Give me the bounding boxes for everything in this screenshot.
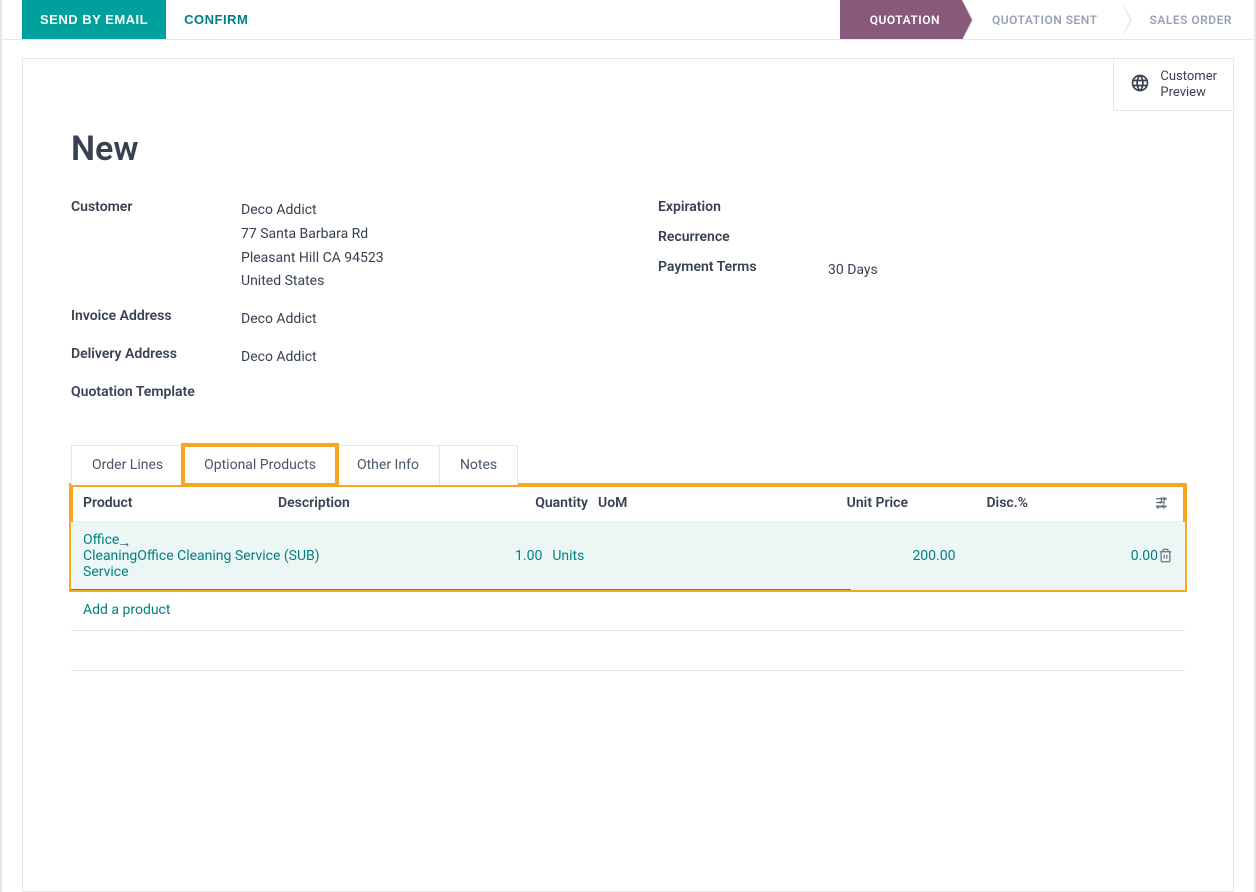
column-options-icon[interactable] xyxy=(1149,495,1173,510)
discount-cell[interactable]: 0.00 xyxy=(955,548,1158,564)
expiration-label: Expiration xyxy=(658,199,828,215)
invoice-address-label: Invoice Address xyxy=(71,308,241,332)
arrow-right-icon[interactable]: → xyxy=(117,534,131,551)
payment-terms-label: Payment Terms xyxy=(658,259,828,283)
unit-price-cell[interactable]: 200.00 xyxy=(753,548,956,564)
table-row[interactable]: Office Cleaning Service → Office Cleanin… xyxy=(71,522,1185,590)
empty-row xyxy=(71,631,1185,671)
empty-row xyxy=(71,671,1185,791)
delete-row-icon[interactable] xyxy=(1158,548,1173,563)
col-product: Product xyxy=(83,495,278,511)
customer-value[interactable]: Deco Addict 77 Santa Barbara Rd Pleasant… xyxy=(241,199,598,294)
send-by-email-button[interactable]: SEND BY EMAIL xyxy=(22,0,166,39)
add-product-link[interactable]: Add a product xyxy=(71,590,1185,631)
customer-preview-button[interactable]: CustomerPreview xyxy=(1113,59,1233,111)
grid-header-row: Product Description Quantity UoM Unit Pr… xyxy=(71,485,1185,522)
tab-other-info[interactable]: Other Info xyxy=(336,445,440,485)
status-bar: QUOTATION QUOTATION SENT SALES ORDER xyxy=(840,0,1254,39)
quotation-template-label: Quotation Template xyxy=(71,384,241,400)
stage-quotation-sent[interactable]: QUOTATION SENT xyxy=(962,0,1120,39)
col-discount: Disc.% xyxy=(908,495,1028,511)
quantity-cell[interactable]: 1.00 xyxy=(340,548,543,564)
product-cell[interactable]: Office Cleaning Service → xyxy=(83,532,137,580)
tab-optional-products[interactable]: Optional Products xyxy=(183,445,337,485)
customer-preview-label: CustomerPreview xyxy=(1160,69,1217,100)
quotation-template-value[interactable] xyxy=(241,384,598,400)
recurrence-label: Recurrence xyxy=(658,229,828,245)
tab-bar: Order Lines Optional Products Other Info… xyxy=(71,444,1185,485)
col-description: Description xyxy=(278,495,518,511)
recurrence-value[interactable] xyxy=(828,229,1185,245)
optional-products-grid: Product Description Quantity UoM Unit Pr… xyxy=(71,485,1185,590)
delivery-address-value[interactable]: Deco Addict xyxy=(241,346,598,370)
stage-sales-order[interactable]: SALES ORDER xyxy=(1120,0,1255,39)
expiration-value[interactable] xyxy=(828,199,1185,215)
customer-label: Customer xyxy=(71,199,241,294)
tab-notes[interactable]: Notes xyxy=(439,445,518,485)
confirm-button[interactable]: CONFIRM xyxy=(166,0,266,39)
description-cell[interactable]: Office Cleaning Service (SUB) xyxy=(137,548,340,564)
invoice-address-value[interactable]: Deco Addict xyxy=(241,308,598,332)
action-bar: SEND BY EMAIL CONFIRM QUOTATION QUOTATIO… xyxy=(2,0,1254,40)
col-unit-price: Unit Price xyxy=(738,495,908,511)
payment-terms-value[interactable]: 30 Days xyxy=(828,259,1185,283)
tab-order-lines[interactable]: Order Lines xyxy=(71,445,184,485)
page-title: New xyxy=(71,129,1185,169)
col-uom: UoM xyxy=(588,495,738,511)
col-quantity: Quantity xyxy=(518,495,588,511)
delivery-address-label: Delivery Address xyxy=(71,346,241,370)
stage-quotation[interactable]: QUOTATION xyxy=(840,0,962,39)
uom-cell[interactable]: Units xyxy=(542,548,753,564)
globe-icon xyxy=(1130,73,1150,97)
form-sheet: CustomerPreview New Customer Deco Addict… xyxy=(22,58,1234,892)
